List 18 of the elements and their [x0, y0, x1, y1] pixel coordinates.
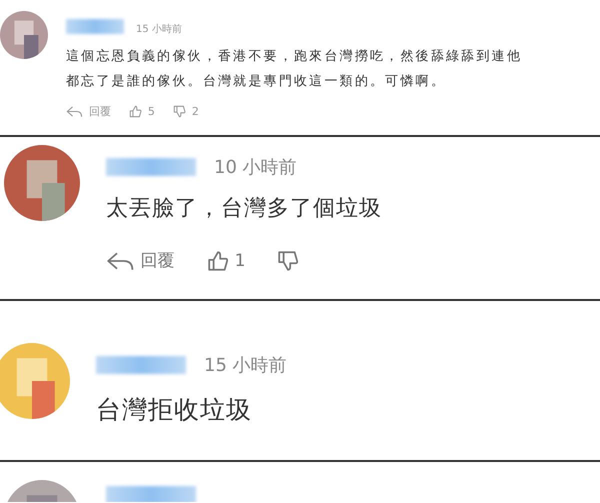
reply-button[interactable]: 回覆	[106, 249, 175, 272]
dislike-button[interactable]: 2	[172, 105, 199, 118]
thumbs-up-icon	[206, 250, 229, 272]
reply-button[interactable]: 回覆	[66, 104, 111, 119]
reply-icon	[66, 105, 83, 118]
blurred-username	[66, 18, 124, 34]
thumbs-down-icon	[277, 250, 300, 272]
like-button[interactable]: 1	[206, 250, 246, 272]
comment-text: 台灣拒收垃圾	[96, 394, 253, 426]
thumbs-down-icon	[172, 105, 186, 118]
comment-text: 太丟臉了，台灣多了個垃圾	[106, 195, 382, 223]
like-button[interactable]: 5	[128, 105, 155, 118]
thumbs-up-icon	[128, 105, 142, 118]
timestamp: 15 小時前	[136, 22, 182, 36]
timestamp: 10 小時前	[214, 156, 297, 179]
dislike-button[interactable]	[277, 250, 300, 272]
comment-text: 這個忘恩負義的傢伙，香港不要，跑來台灣撈吃，然後舔綠舔到連他 都忘了是誰的傢伙。台灣就是專門收這一類的。可憐啊。	[66, 48, 522, 91]
timestamp: 15 小時前	[204, 354, 287, 377]
